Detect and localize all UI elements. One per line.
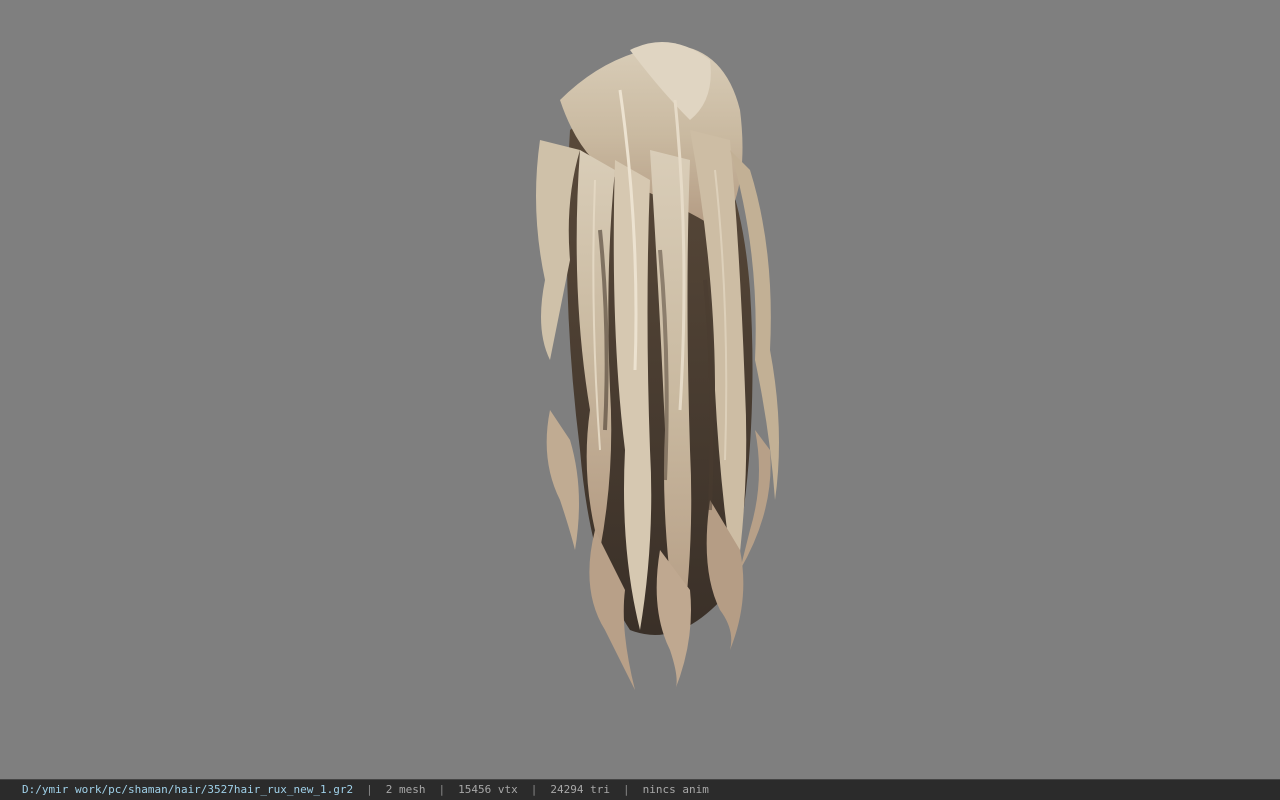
status-bar: D:/ymir work/pc/shaman/hair/3527hair_rux… [0, 779, 1280, 800]
separator: | [438, 783, 446, 796]
3d-viewport[interactable] [0, 0, 1280, 779]
hair-model[interactable] [500, 30, 800, 690]
file-path: D:/ymir work/pc/shaman/hair/3527hair_rux… [22, 783, 354, 796]
mesh-count: 2 mesh [385, 783, 426, 796]
separator: | [622, 783, 630, 796]
vertex-count: 15456 vtx [458, 783, 518, 796]
separator: | [530, 783, 538, 796]
anim-status: nincs anim [642, 783, 709, 796]
triangle-count: 24294 tri [550, 783, 610, 796]
separator: | [366, 783, 373, 796]
